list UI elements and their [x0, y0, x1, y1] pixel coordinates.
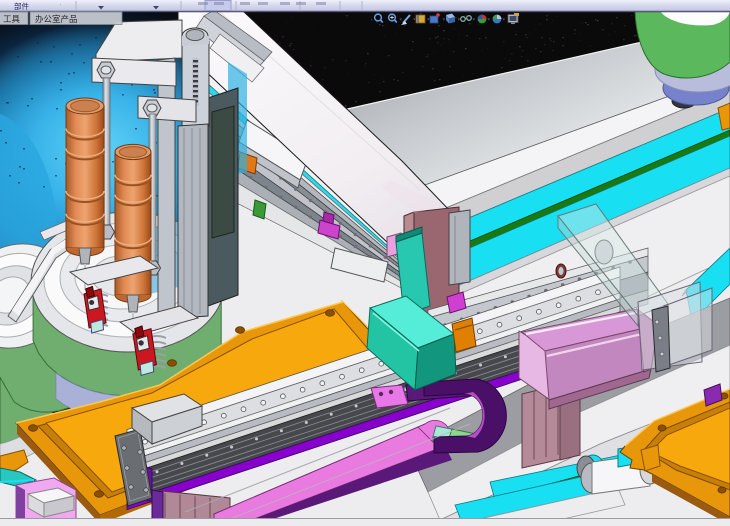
svg-text:工具: 工具 — [3, 14, 21, 24]
svg-text:办公室产品: 办公室产品 — [35, 14, 78, 24]
svg-text:部件: 部件 — [14, 1, 29, 11]
svg-text:,: , — [60, 1, 61, 6]
